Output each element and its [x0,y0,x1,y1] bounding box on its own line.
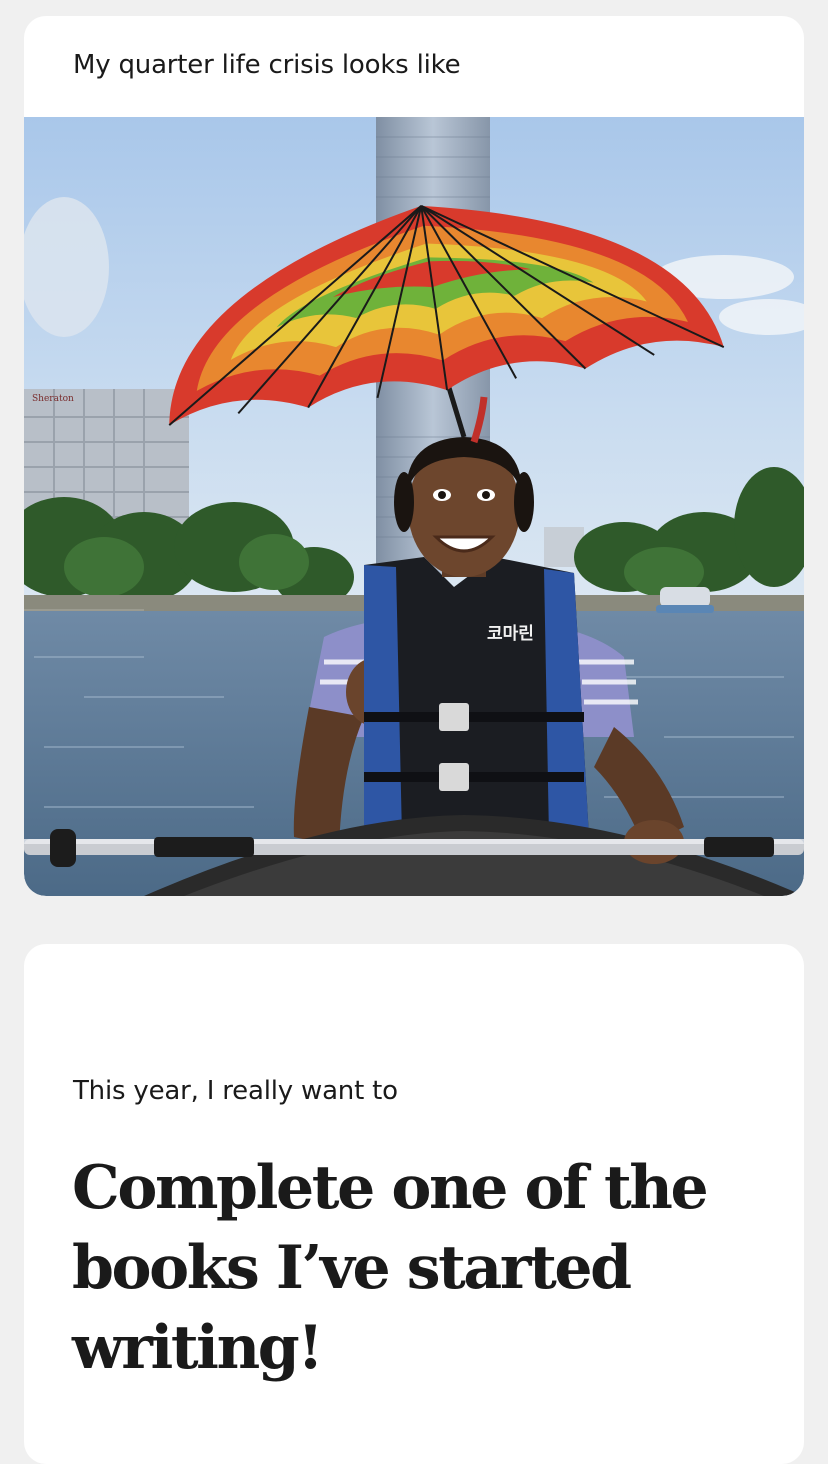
prompt-answer: Complete one of the books I’ve started w… [72,1153,709,1383]
text-prompt-label: This year, I really want to [73,1076,398,1106]
life-jacket-text: 코마린 [487,624,534,644]
profile-photo[interactable]: Sheraton 코마린 [24,117,804,896]
photo-prompt-label: My quarter life crisis looks like [73,50,461,80]
text-prompt-card[interactable]: This year, I really want to Complete one… [24,944,804,1464]
building-sign: Sheraton [32,394,74,404]
photo-prompt-card[interactable]: My quarter life crisis looks like Sherat… [24,16,804,896]
